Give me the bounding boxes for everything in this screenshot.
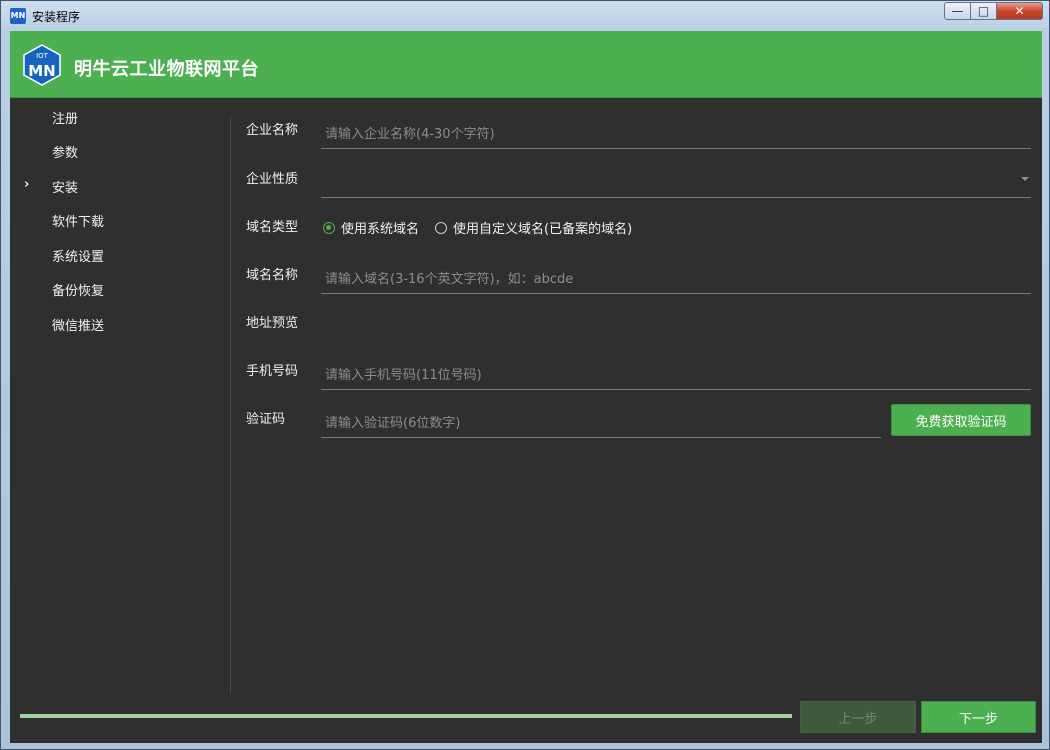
logo-text: MN <box>28 62 55 80</box>
prev-button[interactable]: 上一步 <box>800 701 916 733</box>
progress-bar <box>20 714 792 718</box>
minimize-icon: — <box>951 4 964 18</box>
chevron-right-icon: › <box>24 177 30 192</box>
system-domain-radio[interactable]: 使用系统域名 <box>323 218 419 237</box>
sidebar-item-download[interactable]: 软件下载 <box>52 211 104 230</box>
close-button[interactable]: ✕ <box>997 2 1043 20</box>
logo-subtext: IOT <box>36 52 49 60</box>
sidebar-item-params[interactable]: 参数 <box>52 142 78 161</box>
installer-window: MN 安装程序 — □ ✕ IOT MN 明牛云工业物联网平台 注册 参数 › … <box>0 0 1050 750</box>
address-preview-label: 地址预览 <box>246 316 299 331</box>
custom-domain-radio[interactable]: 使用自定义域名(已备案的域名) <box>435 218 632 237</box>
progress-fill <box>20 714 792 718</box>
domain-type-row: 域名类型 使用系统域名 使用自定义域名(已备案的域名) <box>246 218 1036 266</box>
sidebar-item-install[interactable]: 安装 <box>52 177 78 196</box>
next-button[interactable]: 下一步 <box>921 701 1036 733</box>
sidebar-item-backup[interactable]: 备份恢复 <box>52 280 104 299</box>
company-name-input[interactable] <box>323 122 1017 146</box>
install-form: 企业名称 企业性质 域名类型 使用系统域名 <box>246 101 1036 501</box>
app-header: IOT MN 明牛云工业物联网平台 <box>10 31 1042 98</box>
verify-code-row: 验证码 免费获取验证码 <box>246 404 1036 458</box>
company-name-label: 企业名称 <box>246 123 299 138</box>
company-type-label: 企业性质 <box>246 172 299 187</box>
verify-code-field <box>321 408 881 438</box>
sidebar: 注册 参数 › 安装 软件下载 系统设置 备份恢复 微信推送 <box>10 98 230 698</box>
phone-input[interactable] <box>323 363 1017 387</box>
app-title: 明牛云工业物联网平台 <box>74 59 259 80</box>
radio-selected-icon <box>323 221 335 234</box>
dropdown-caret-icon <box>1021 177 1029 181</box>
sidebar-divider <box>230 117 231 693</box>
system-domain-label: 使用系统域名 <box>341 222 420 237</box>
verify-code-label: 验证码 <box>246 412 286 427</box>
maximize-icon: □ <box>977 4 990 18</box>
window-controls: — □ ✕ <box>944 2 1043 22</box>
company-type-row: 企业性质 <box>246 170 1036 218</box>
address-preview-row: 地址预览 <box>246 314 1036 362</box>
radio-unselected-icon <box>435 221 448 234</box>
sidebar-item-settings[interactable]: 系统设置 <box>52 246 104 265</box>
domain-name-label: 域名名称 <box>246 268 299 283</box>
minimize-button[interactable]: — <box>944 2 971 20</box>
domain-name-row: 域名名称 <box>246 266 1036 314</box>
domain-type-radio-group: 使用系统域名 使用自定义域名(已备案的域名) <box>323 218 648 237</box>
title-bar: MN 安装程序 — □ ✕ <box>1 1 1049 31</box>
domain-type-label: 域名类型 <box>246 220 299 235</box>
domain-name-input[interactable] <box>323 267 1017 291</box>
sidebar-item-register[interactable]: 注册 <box>52 108 78 127</box>
verify-code-input[interactable] <box>323 411 867 435</box>
custom-domain-label: 使用自定义域名(已备案的域名) <box>453 222 633 237</box>
phone-row: 手机号码 <box>246 362 1036 410</box>
phone-label: 手机号码 <box>246 364 299 379</box>
phone-field <box>321 360 1031 390</box>
get-verify-code-button[interactable]: 免费获取验证码 <box>891 404 1031 436</box>
company-name-row: 企业名称 <box>246 121 1036 169</box>
maximize-button[interactable]: □ <box>971 2 997 20</box>
close-icon: ✕ <box>1014 4 1025 18</box>
sidebar-item-wechat[interactable]: 微信推送 <box>52 315 104 334</box>
window-title: 安装程序 <box>32 10 81 24</box>
logo-icon: IOT MN <box>23 44 61 86</box>
domain-name-field <box>321 264 1031 294</box>
company-type-select[interactable] <box>321 168 1031 198</box>
company-name-field <box>321 119 1031 149</box>
app-icon: MN <box>10 8 26 24</box>
client-area: IOT MN 明牛云工业物联网平台 注册 参数 › 安装 软件下载 系统设置 备… <box>10 31 1042 743</box>
